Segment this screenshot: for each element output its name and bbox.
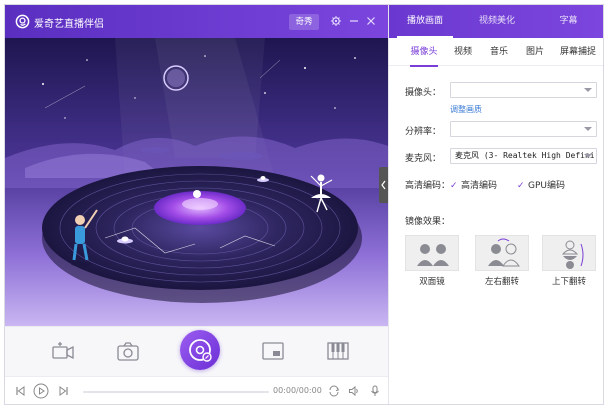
- mirror-dual-card[interactable]: [405, 235, 459, 271]
- hq-encoding-label: 高清编码：: [405, 181, 451, 191]
- loop-icon[interactable]: [328, 385, 340, 397]
- previous-track-icon[interactable]: [14, 385, 26, 397]
- qixiu-button[interactable]: 奇秀: [289, 14, 319, 30]
- microphone-select[interactable]: 麦克风 (3- Realtek High Defini...: [450, 148, 597, 164]
- gear-icon[interactable]: [330, 15, 342, 27]
- microphone-icon[interactable]: [369, 385, 381, 397]
- dual-mirror-icon: [417, 244, 449, 266]
- app-title: 爱奇艺直播伴侣: [34, 19, 104, 30]
- volume-icon[interactable]: [348, 385, 360, 397]
- camera-label: 摄像头：: [405, 88, 442, 98]
- close-icon[interactable]: [365, 15, 377, 27]
- next-track-icon[interactable]: [58, 385, 70, 397]
- hq-encoding-option: 高清编码: [461, 181, 498, 191]
- adjust-quality-link[interactable]: 调整画质: [450, 104, 482, 115]
- microphone-select-value: 麦克风 (3- Realtek High Defini...: [455, 151, 597, 160]
- gpu-encoding-checkbox[interactable]: ✓ GPU编码: [517, 178, 565, 191]
- mirror-horizontal-card[interactable]: [475, 235, 529, 271]
- checkmark-icon: ✓: [517, 181, 525, 191]
- photo-camera-icon[interactable]: [116, 340, 140, 362]
- picture-in-picture-icon[interactable]: [261, 340, 285, 362]
- mirror-horizontal-label: 左右翻转: [484, 277, 519, 287]
- live-preview: [5, 38, 388, 326]
- tab-video-beauty[interactable]: 视频美化: [461, 5, 533, 38]
- tab-play-screen[interactable]: 播放画面: [389, 5, 461, 38]
- resolution-select[interactable]: [450, 121, 597, 137]
- mirror-vertical-card[interactable]: [542, 235, 596, 271]
- mirror-dual-label: 双面镜: [419, 277, 445, 287]
- flip-horizontal-icon: [488, 238, 520, 267]
- iqiyi-logo-icon: [15, 14, 30, 29]
- sub-tab-screen-capture[interactable]: 屏幕捕捉: [555, 38, 601, 66]
- sub-tab-video[interactable]: 视频: [449, 38, 477, 66]
- preview-artwork: [5, 38, 388, 326]
- title-bar: 爱奇艺直播伴侣 奇秀: [5, 5, 388, 38]
- chevron-down-icon: [584, 154, 592, 158]
- piano-icon[interactable]: [326, 340, 350, 362]
- playback-time: 00:00/00:00: [273, 386, 322, 395]
- main-tabs: 播放画面 视频美化 字幕: [389, 5, 603, 38]
- left-pane: 爱奇艺直播伴侣 奇秀 00:00/00:00: [5, 5, 388, 404]
- source-toolbar: [5, 326, 388, 376]
- sub-tab-music[interactable]: 音乐: [485, 38, 513, 66]
- sub-tab-image[interactable]: 图片: [521, 38, 549, 66]
- gpu-encoding-option: GPU编码: [528, 181, 565, 191]
- sub-tab-camera[interactable]: 摄像头: [407, 38, 441, 67]
- mirror-vertical-label: 上下翻转: [551, 277, 586, 287]
- source-sub-tabs: 摄像头 视频 音乐 图片 屏幕捕捉: [389, 38, 603, 67]
- hq-encoding-checkbox[interactable]: ✓ 高清编码: [450, 178, 497, 191]
- play-icon[interactable]: [33, 383, 49, 399]
- settings-pane: 播放画面 视频美化 字幕 摄像头 视频 音乐 图片 屏幕捕捉 摄像头： 调整画质…: [388, 5, 603, 404]
- checkmark-icon: ✓: [450, 181, 458, 191]
- playback-progress[interactable]: [83, 391, 269, 393]
- resolution-label: 分辨率：: [405, 127, 442, 137]
- minimize-icon[interactable]: [348, 15, 360, 27]
- chevron-down-icon: [584, 127, 592, 131]
- video-camera-icon[interactable]: [51, 340, 75, 362]
- app-window: 爱奇艺直播伴侣 奇秀 00:00/00:00 播放画面 视频美化 字幕 摄像头 …: [4, 4, 604, 405]
- collapse-panel-handle[interactable]: [379, 167, 388, 203]
- start-live-button[interactable]: [180, 330, 220, 370]
- camera-select[interactable]: [450, 82, 597, 98]
- microphone-label: 麦克风：: [405, 154, 442, 164]
- mirror-effect-label: 镜像效果：: [405, 217, 451, 227]
- flip-vertical-icon: [561, 240, 584, 269]
- tab-subtitles[interactable]: 字幕: [533, 5, 603, 38]
- live-broadcast-icon: [189, 339, 212, 362]
- chevron-left-icon: [381, 180, 386, 190]
- media-player-bar: 00:00/00:00: [5, 376, 388, 404]
- chevron-down-icon: [584, 88, 592, 92]
